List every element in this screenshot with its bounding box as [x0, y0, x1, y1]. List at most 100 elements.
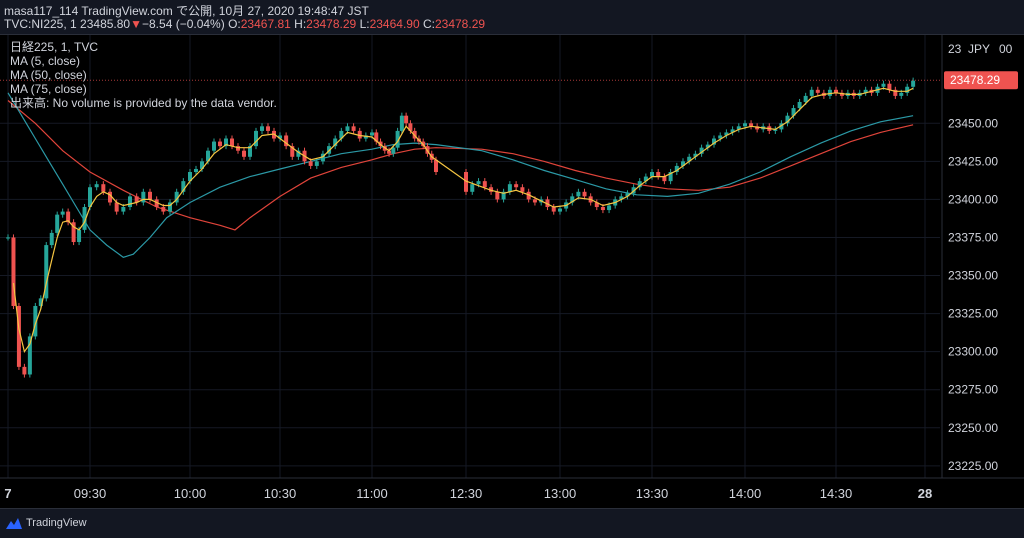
candle-body	[391, 147, 396, 154]
candle-body	[899, 92, 904, 96]
high-value: 23478.29	[306, 17, 357, 31]
candle-body	[161, 207, 166, 212]
ma50-layer	[7, 92, 914, 258]
candle-body	[881, 83, 886, 87]
price-chart[interactable]: 23225.00 23250.00 23275.00 23300.00 23325.00…	[0, 35, 1024, 537]
top-tick-right: 00	[999, 42, 1013, 56]
candles-layer	[6, 77, 916, 378]
candle-body	[399, 115, 404, 131]
candle-body	[803, 95, 808, 102]
ma75-line	[7, 100, 914, 231]
candle-body	[662, 176, 667, 182]
candle-body	[470, 184, 475, 192]
candle-body	[22, 366, 27, 375]
candle-body	[49, 232, 54, 246]
x-tick-label: 14:00	[729, 486, 762, 501]
symbol-label[interactable]: TVC:NI225, 1	[4, 17, 77, 31]
candle-body	[308, 161, 313, 166]
legend-ma50[interactable]: MA (50, close)	[10, 68, 277, 82]
candle-body	[514, 184, 519, 188]
y-tick-label: 23450.00	[948, 116, 998, 130]
candle-body	[911, 80, 916, 87]
legend-volume-note: 出来高: No volume is provided by the data v…	[10, 96, 277, 110]
y-tick-label: 23350.00	[948, 269, 998, 283]
candle-body	[128, 196, 132, 208]
candle-body	[743, 123, 747, 127]
candle-body	[77, 229, 82, 243]
candle-body	[558, 208, 562, 212]
y-tick-label: 23325.00	[948, 307, 998, 321]
price-change: −8.54 (−0.04%)	[142, 17, 225, 31]
time-scale[interactable]: 7 09:30 10:00 10:30 11:00 12:30 13:00 13:30 14:0…	[4, 486, 932, 501]
chart-footer: TradingView	[0, 508, 1024, 538]
tradingview-icon	[6, 517, 22, 529]
candle-body	[314, 161, 319, 166]
currency-label: JPY	[968, 42, 990, 56]
candle-body	[218, 141, 222, 147]
close-label: C:	[422, 17, 435, 31]
legend-title[interactable]: 日経225, 1, TVC	[10, 40, 277, 54]
chart-legend: 日経225, 1, TVC MA (5, close) MA (50, clos…	[10, 40, 277, 110]
high-label: H:	[294, 17, 307, 31]
candle-body	[607, 205, 612, 211]
x-tick-label: 09:30	[74, 486, 107, 501]
candle-body	[148, 191, 152, 200]
candle-body	[434, 159, 438, 173]
y-tick-label: 23250.00	[948, 421, 998, 435]
candle-body	[260, 126, 264, 131]
low-label: L:	[359, 17, 370, 31]
last-price-label: 23478.29	[950, 73, 1000, 87]
candle-body	[495, 191, 500, 200]
chart-header: masa117_114 TradingView.com で公開, 10月 27,…	[0, 0, 1024, 35]
candle-body	[212, 141, 216, 151]
y-tick-label: 23425.00	[948, 154, 998, 168]
candle-body	[520, 187, 525, 192]
x-tick-label: 13:00	[544, 486, 577, 501]
candle-body	[815, 89, 820, 93]
y-tick-label: 23225.00	[948, 459, 998, 473]
y-tick-label: 23300.00	[948, 345, 998, 359]
candle-body	[582, 191, 587, 197]
ohlc-summary: TVC:NI225, 1 23485.80▼−8.54 (−0.04%) O:2…	[4, 17, 485, 31]
low-value: 23464.90	[369, 17, 420, 31]
candle-body	[809, 89, 814, 96]
candle-body	[482, 181, 487, 188]
y-tick-label: 23275.00	[948, 383, 998, 397]
candle-body	[94, 184, 99, 188]
ma75-layer	[7, 100, 914, 231]
x-tick-label: 10:00	[174, 486, 207, 501]
candle-body	[532, 199, 537, 203]
candle-body	[230, 138, 234, 147]
x-tick-label: 13:30	[636, 486, 669, 501]
x-tick-label: 28	[918, 486, 932, 501]
candle-body	[345, 126, 350, 131]
candle-body	[507, 184, 512, 192]
candle-body	[121, 207, 126, 212]
price-scale[interactable]: 23225.00 23250.00 23275.00 23300.00 23325.00…	[948, 116, 998, 473]
candle-body	[476, 181, 481, 185]
close-value: 23478.29	[434, 17, 486, 31]
candle-body	[404, 115, 409, 124]
candle-body	[60, 211, 65, 215]
x-tick-label: 14:30	[820, 486, 853, 501]
candle-body	[114, 202, 119, 212]
open-value: 23467.81	[240, 17, 291, 31]
legend-ma75[interactable]: MA (75, close)	[10, 82, 277, 96]
candle-body	[194, 168, 198, 173]
candle-body	[101, 184, 106, 192]
x-tick-label: 10:30	[264, 486, 297, 501]
candle-body	[650, 172, 654, 177]
candle-body	[905, 86, 910, 93]
y-tick-label: 23375.00	[948, 230, 998, 244]
legend-ma5[interactable]: MA (5, close)	[10, 54, 277, 68]
ma5-line	[12, 87, 914, 354]
x-tick-label: 7	[4, 486, 11, 501]
last-price: 23485.80	[80, 17, 131, 31]
tradingview-logo[interactable]: TradingView	[6, 517, 87, 529]
candle-body	[656, 172, 661, 177]
candle-body	[600, 207, 605, 211]
brand-label: TradingView	[26, 517, 87, 529]
candle-body	[551, 207, 556, 212]
open-label: O:	[228, 17, 241, 31]
candle-body	[266, 126, 270, 131]
